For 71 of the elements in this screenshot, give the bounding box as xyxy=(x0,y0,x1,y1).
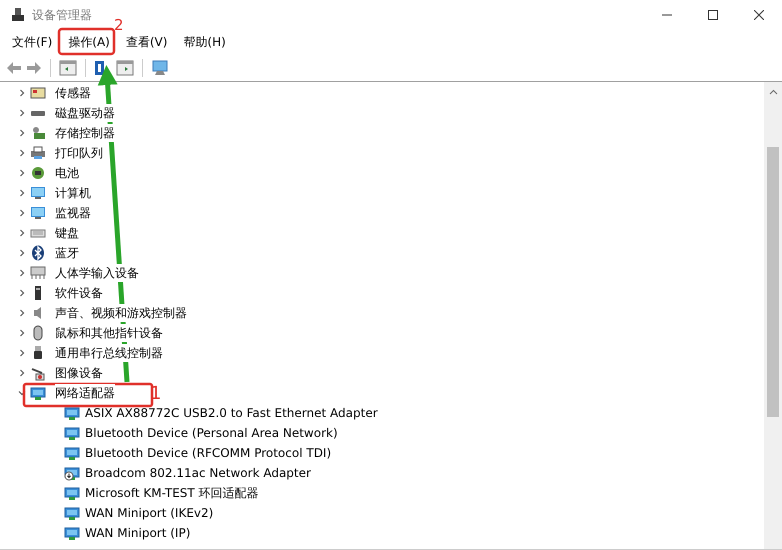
menu-item[interactable]: 帮助(H) xyxy=(175,31,234,53)
annotation-number: 2 xyxy=(114,17,124,33)
battery-plug-icon xyxy=(30,165,46,181)
chevron-down-icon[interactable] xyxy=(18,389,26,397)
chevron-right-icon[interactable] xyxy=(18,209,26,217)
chevron-right-icon[interactable] xyxy=(18,149,26,157)
tree-item[interactable]: 蓝牙 xyxy=(55,244,79,262)
scrollbar[interactable] xyxy=(764,82,782,549)
monitor-scan-icon[interactable] xyxy=(151,60,169,76)
monitor-icon xyxy=(30,205,46,221)
tree-item[interactable]: 计算机 xyxy=(55,184,91,202)
tree-item[interactable]: Bluetooth Device (RFCOMM Protocol TDI) xyxy=(85,444,332,462)
tree-item[interactable]: 传感器 xyxy=(55,84,91,102)
bluetooth-icon xyxy=(30,245,46,261)
camera-icon xyxy=(30,365,46,381)
tree-item[interactable]: 打印队列 xyxy=(55,144,103,162)
tree-item[interactable]: 软件设备 xyxy=(55,284,103,302)
scroll-up-icon[interactable] xyxy=(768,89,778,95)
chevron-right-icon[interactable] xyxy=(18,169,26,177)
menu-item[interactable]: 查看(V) xyxy=(118,31,176,53)
network-monitor-icon xyxy=(64,525,80,541)
tree-item[interactable]: ASIX AX88772C USB2.0 to Fast Ethernet Adapter xyxy=(85,404,378,422)
window-title: 设备管理器 xyxy=(32,7,92,24)
drive-icon xyxy=(31,110,45,116)
chevron-right-icon[interactable] xyxy=(18,309,26,317)
back-arrow-icon[interactable] xyxy=(6,60,22,74)
storage-controller-icon xyxy=(30,125,46,141)
chevron-right-icon[interactable] xyxy=(18,329,26,337)
tree-item[interactable]: Bluetooth Device (Personal Area Network) xyxy=(85,424,338,442)
chevron-right-icon[interactable] xyxy=(18,129,26,137)
close-icon xyxy=(754,10,764,20)
printer-icon xyxy=(30,145,46,161)
chevron-right-icon[interactable] xyxy=(18,229,26,237)
chevron-right-icon[interactable] xyxy=(18,269,26,277)
device-manager-icon xyxy=(10,7,26,23)
network-monitor-icon xyxy=(64,485,80,501)
tree-item[interactable]: 人体学输入设备 xyxy=(55,264,139,282)
tree-item[interactable]: WAN Miniport (IKEv2) xyxy=(85,504,214,522)
forward-arrow-icon[interactable] xyxy=(26,60,42,74)
chevron-right-icon[interactable] xyxy=(18,349,26,357)
tree-item[interactable]: 图像设备 xyxy=(55,364,103,382)
tree-item[interactable]: 鼠标和其他指针设备 xyxy=(55,324,163,342)
tree-item[interactable]: 存储控制器 xyxy=(55,124,115,142)
window-panel-icon[interactable] xyxy=(116,60,134,76)
input-device-icon xyxy=(30,265,46,281)
menu-item[interactable]: 文件(F) xyxy=(4,31,60,53)
chevron-right-icon[interactable] xyxy=(18,189,26,197)
network-monitor-icon xyxy=(64,445,80,461)
maximize-icon xyxy=(708,10,718,20)
chevron-right-icon[interactable] xyxy=(18,109,26,117)
network-monitor-disabled-icon xyxy=(64,465,80,481)
chevron-right-icon[interactable] xyxy=(18,89,26,97)
chevron-right-icon[interactable] xyxy=(18,289,26,297)
network-monitor-icon xyxy=(64,405,80,421)
chevron-right-icon[interactable] xyxy=(18,369,26,377)
tree-item[interactable]: WAN Miniport (IP) xyxy=(85,524,190,542)
monitor-icon xyxy=(30,185,46,201)
network-monitor-icon xyxy=(64,505,80,521)
window-panel-icon[interactable] xyxy=(59,60,77,76)
network-monitor-icon xyxy=(64,425,80,441)
tree-item[interactable]: Microsoft KM-TEST 环回适配器 xyxy=(85,484,259,502)
annotation-box xyxy=(58,28,116,56)
scrollbar-thumb[interactable] xyxy=(767,147,779,417)
chevron-right-icon[interactable] xyxy=(18,249,26,257)
tree-item[interactable]: 网络适配器 xyxy=(55,384,115,402)
network-monitor-icon xyxy=(30,385,46,401)
tree-item[interactable]: 通用串行总线控制器 xyxy=(55,344,163,362)
menu-item[interactable]: 操作(A) xyxy=(60,31,118,53)
sensor-board-icon xyxy=(30,85,46,101)
tree-item[interactable]: 磁盘驱动器 xyxy=(55,104,115,122)
tree-item[interactable]: 声音、视频和游戏控制器 xyxy=(55,304,187,322)
